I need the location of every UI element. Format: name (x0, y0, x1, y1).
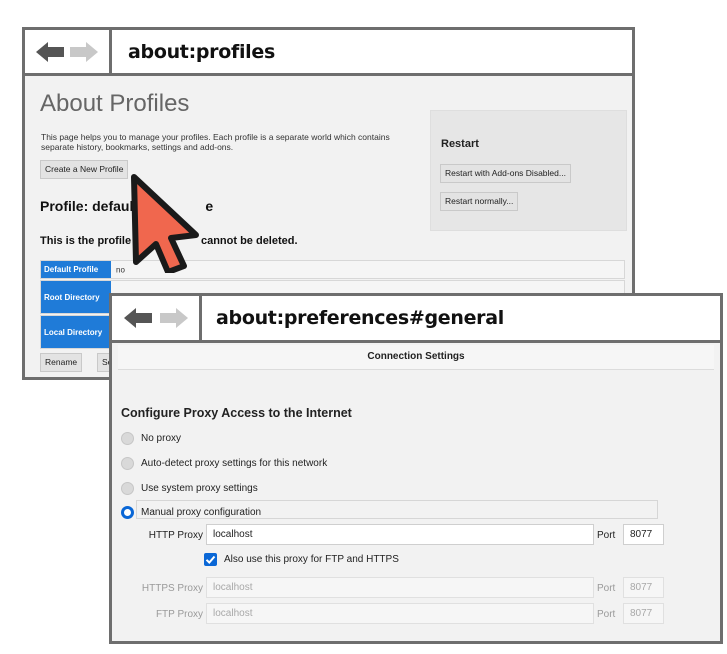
profile-heading-start: Profile: defaul (40, 198, 134, 214)
restart-addons-disabled-button[interactable]: Restart with Add-ons Disabled... (440, 164, 571, 183)
back-arrow-icon[interactable] (36, 41, 64, 63)
radio-manual-proxy[interactable]: Manual proxy configuration (121, 504, 261, 520)
checkbox-checked-icon[interactable] (204, 553, 217, 566)
profile-heading-end: e (205, 198, 214, 214)
http-port-input[interactable]: 8077 (623, 524, 664, 545)
restart-panel: Restart Restart with Add-ons Disabled...… (430, 110, 627, 231)
radio-label: Auto-detect proxy settings for this netw… (141, 457, 328, 469)
http-proxy-input[interactable]: localhost (206, 524, 594, 545)
connection-settings-dialog: Connection Settings Configure Proxy Acce… (112, 343, 720, 641)
radio-system-proxy[interactable]: Use system proxy settings (121, 480, 258, 496)
http-port-label: Port (597, 530, 616, 541)
http-proxy-label: HTTP Proxy (148, 530, 203, 541)
ftp-proxy-label: FTP Proxy (155, 609, 203, 620)
preferences-window: about:preferences#general Connection Set… (109, 293, 723, 644)
address-bar: about:profiles (25, 30, 632, 76)
page-title: About Profiles (40, 90, 190, 117)
radio-icon[interactable] (121, 481, 134, 495)
rename-button[interactable]: Rename (40, 353, 83, 372)
row-label: Default Profile (41, 261, 111, 278)
dialog-title: Connection Settings (118, 345, 714, 370)
ftp-port-input[interactable]: 8077 (623, 603, 664, 624)
address-bar: about:preferences#general (112, 296, 720, 343)
page-description: This page helps you to manage your profi… (41, 132, 390, 152)
back-arrow-icon[interactable] (124, 307, 152, 329)
radio-auto-detect[interactable]: Auto-detect proxy settings for this netw… (121, 455, 327, 471)
profile-note-end: cannot be deleted. (200, 235, 298, 247)
https-port-input[interactable]: 8077 (623, 577, 664, 598)
nav-buttons (25, 30, 112, 73)
https-port-label: Port (597, 583, 616, 594)
radio-icon[interactable] (121, 456, 134, 470)
radio-label: Use system proxy settings (141, 482, 258, 494)
row-label: Local Directory (41, 316, 111, 348)
radio-icon[interactable] (121, 431, 134, 445)
restart-normally-button[interactable]: Restart normally... (440, 192, 519, 211)
forward-arrow-icon[interactable] (70, 41, 98, 63)
restart-title: Restart (441, 138, 479, 150)
nav-buttons (112, 296, 202, 340)
url-text[interactable]: about:preferences#general (216, 307, 504, 329)
also-use-proxy-label[interactable]: Also use this proxy for FTP and HTTPS (224, 554, 399, 565)
https-proxy-input[interactable]: localhost (206, 577, 594, 598)
proxy-heading: Configure Proxy Access to the Internet (121, 406, 352, 420)
row-label: Root Directory (41, 281, 111, 313)
forward-arrow-icon[interactable] (160, 307, 188, 329)
url-text[interactable]: about:profiles (128, 41, 275, 63)
ftp-port-label: Port (597, 609, 616, 620)
radio-selected-icon[interactable] (121, 505, 134, 519)
ftp-proxy-input[interactable]: localhost (206, 603, 594, 624)
radio-label: No proxy (141, 432, 182, 444)
mouse-cursor-icon (131, 174, 199, 273)
https-proxy-label: HTTPS Proxy (141, 583, 203, 594)
radio-label: Manual proxy configuration (141, 506, 262, 518)
radio-no-proxy[interactable]: No proxy (121, 430, 181, 446)
create-profile-button[interactable]: Create a New Profile (40, 160, 129, 179)
